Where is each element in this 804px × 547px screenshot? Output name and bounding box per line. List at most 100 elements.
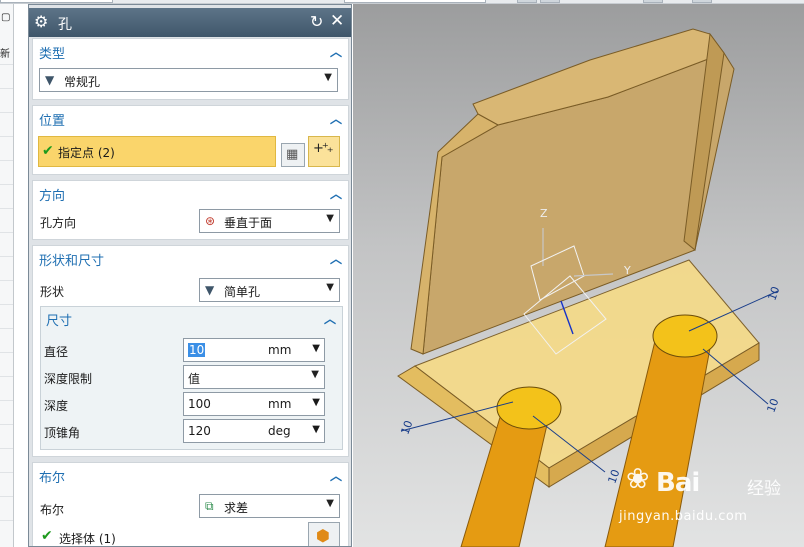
- collapse-icon[interactable]: ︿: [330, 110, 342, 127]
- boolean-dropdown[interactable]: ⧉ 求差 ▼: [199, 494, 340, 518]
- gear-icon: ⚙: [34, 12, 49, 31]
- collapse-icon[interactable]: ︿: [330, 185, 342, 202]
- diameter-label: 直径: [44, 345, 69, 359]
- tip-angle-label: 顶锥角: [44, 426, 81, 440]
- section-direction: 方向 ︿ 孔方向 ⊛ 垂直于面 ▼: [32, 180, 349, 240]
- tip-angle-unit: deg: [268, 424, 291, 438]
- collapse-icon[interactable]: ︿: [330, 467, 342, 484]
- toolbar-button-4[interactable]: [692, 0, 712, 3]
- collapse-icon[interactable]: ︿: [324, 310, 336, 327]
- navigator-column-label: 新: [0, 49, 10, 59]
- section-position: 位置 ︿ ✔ 指定点 (2) ▦ +⁺₊: [32, 105, 349, 175]
- depth-unit: mm: [268, 397, 292, 411]
- section-title: 类型: [39, 47, 66, 62]
- dialog-title: 孔: [58, 17, 72, 33]
- shape-dropdown[interactable]: ▼ 简单孔 ▼: [199, 278, 340, 302]
- depth-limit-label: 深度限制: [44, 372, 93, 386]
- chevron-down-icon: ▼: [326, 282, 334, 293]
- collapse-icon[interactable]: ︿: [330, 43, 342, 60]
- sketch-section-button[interactable]: ▦: [281, 143, 305, 167]
- simple-hole-icon: ▼: [205, 283, 215, 297]
- chevron-down-icon: ▼: [311, 369, 319, 380]
- y-axis-label: Y: [624, 264, 631, 277]
- shape-label: 形状: [40, 285, 65, 299]
- collapse-icon[interactable]: ︿: [330, 250, 342, 267]
- close-icon[interactable]: ✕: [330, 12, 344, 30]
- toolbar-button-1[interactable]: [517, 0, 537, 3]
- depth-unit-select[interactable]: mm ▼: [264, 393, 324, 415]
- shape-value: 简单孔: [224, 285, 261, 299]
- depth-limit-value: 值: [188, 372, 201, 386]
- hole-top-right: [652, 314, 718, 358]
- dimensions-subsection: 尺寸 ︿ 直径 10 mm ▼ 深度限制 值 ▼ 深度 100 mm ▼ 顶锥角…: [40, 306, 343, 450]
- tip-angle-input[interactable]: 120 deg ▼: [183, 419, 325, 443]
- normal-to-face-icon: ⊛: [205, 214, 216, 228]
- section-type-header[interactable]: 类型 ︿: [33, 39, 348, 63]
- chevron-down-icon: ▼: [326, 213, 334, 224]
- hole-direction-label: 孔方向: [40, 216, 77, 230]
- diameter-unit: mm: [268, 343, 292, 357]
- toolbar-button-3[interactable]: [643, 0, 663, 3]
- toolbar-field-2[interactable]: [344, 0, 486, 3]
- watermark-url: jingyan.baidu.com: [619, 509, 748, 524]
- dialog-titlebar[interactable]: ⚙ 孔 ↻ ✕: [29, 8, 351, 37]
- diameter-input[interactable]: 10 mm ▼: [183, 338, 325, 362]
- section-title: 布尔: [39, 471, 66, 486]
- z-axis-label: Z: [540, 207, 548, 220]
- section-shape-size: 形状和尺寸 ︿ 形状 ▼ 简单孔 ▼ 尺寸 ︿ 直径 10 mm ▼ 深度限制 …: [32, 245, 349, 457]
- watermark-brand: Bai: [656, 468, 700, 498]
- part-navigator-strip: ▢ 新: [0, 4, 14, 547]
- section-direction-header[interactable]: 方向 ︿: [33, 181, 348, 205]
- checkbox-icon[interactable]: ▢: [1, 12, 11, 24]
- hole-type-dropdown[interactable]: ▼ 常规孔 ▼: [39, 68, 338, 92]
- hole-direction-value: 垂直于面: [224, 216, 273, 230]
- specify-point-row[interactable]: ✔ 指定点 (2): [38, 136, 276, 167]
- tip-angle-unit-select[interactable]: deg ▼: [264, 420, 324, 442]
- hole-type-value: 常规孔: [64, 75, 101, 89]
- section-shape-header[interactable]: 形状和尺寸 ︿: [33, 246, 348, 270]
- hole-dialog: ⚙ 孔 ↻ ✕ 类型 ︿ ▼ 常规孔 ▼ 位置 ︿ ✔ 指定点 (2) ▦ +⁺…: [28, 4, 352, 547]
- point-icon: +⁺₊: [313, 141, 334, 156]
- depth-label: 深度: [44, 399, 69, 413]
- section-position-header[interactable]: 位置 ︿: [33, 106, 348, 130]
- subtract-icon: ⧉: [205, 499, 214, 513]
- chevron-down-icon: ▼: [312, 343, 320, 354]
- boolean-label: 布尔: [40, 503, 65, 517]
- boolean-value: 求差: [224, 501, 249, 515]
- section-type: 类型 ︿ ▼ 常规孔 ▼: [32, 38, 349, 100]
- chevron-down-icon: ▼: [312, 424, 320, 435]
- toolbar-button-2[interactable]: [540, 0, 560, 3]
- reset-icon[interactable]: ↻: [310, 13, 323, 31]
- sketch-icon: ▦: [286, 147, 299, 162]
- rod-left: [460, 413, 550, 547]
- chevron-down-icon: ▼: [326, 498, 334, 509]
- section-boolean-header[interactable]: 布尔 ︿: [33, 463, 348, 487]
- check-icon: ✔: [41, 528, 53, 544]
- diameter-value: 10: [188, 343, 206, 357]
- baidu-watermark: ❀ Bai 经验: [616, 458, 801, 502]
- check-icon: ✔: [42, 143, 54, 159]
- section-boolean: 布尔 ︿ 布尔 ⧉ 求差 ▼ ✔ 选择体 (1) ⬢: [32, 462, 349, 546]
- paw-icon: ❀: [626, 462, 650, 495]
- select-body-button[interactable]: ⬢: [308, 522, 340, 546]
- section-title: 形状和尺寸: [39, 254, 105, 269]
- specify-point-label: 指定点 (2): [58, 146, 115, 160]
- tip-angle-value: 120: [188, 424, 211, 438]
- section-title: 方向: [39, 189, 66, 204]
- depth-limit-dropdown[interactable]: 值 ▼: [183, 365, 325, 389]
- solid-body-icon: ⬢: [316, 526, 330, 545]
- hole-type-icon: ▼: [45, 73, 55, 87]
- chevron-down-icon: ▼: [312, 397, 320, 408]
- watermark-brand-cn: 经验: [747, 479, 781, 499]
- point-dialog-button[interactable]: +⁺₊: [308, 136, 340, 167]
- diameter-unit-select[interactable]: mm ▼: [264, 339, 324, 361]
- depth-value: 100: [188, 397, 211, 411]
- toolbar-field-1[interactable]: [0, 0, 113, 3]
- graphics-viewport[interactable]: Z Y 10 10 10 10 ❀ Bai 经验 jingyan.baidu.c…: [353, 4, 804, 547]
- depth-input[interactable]: 100 mm ▼: [183, 392, 325, 416]
- hole-direction-dropdown[interactable]: ⊛ 垂直于面 ▼: [199, 209, 340, 233]
- section-title: 位置: [39, 114, 66, 129]
- chevron-down-icon: ▼: [324, 72, 332, 83]
- dimensions-title: 尺寸: [46, 314, 73, 329]
- select-body-label: 选择体 (1): [59, 532, 116, 546]
